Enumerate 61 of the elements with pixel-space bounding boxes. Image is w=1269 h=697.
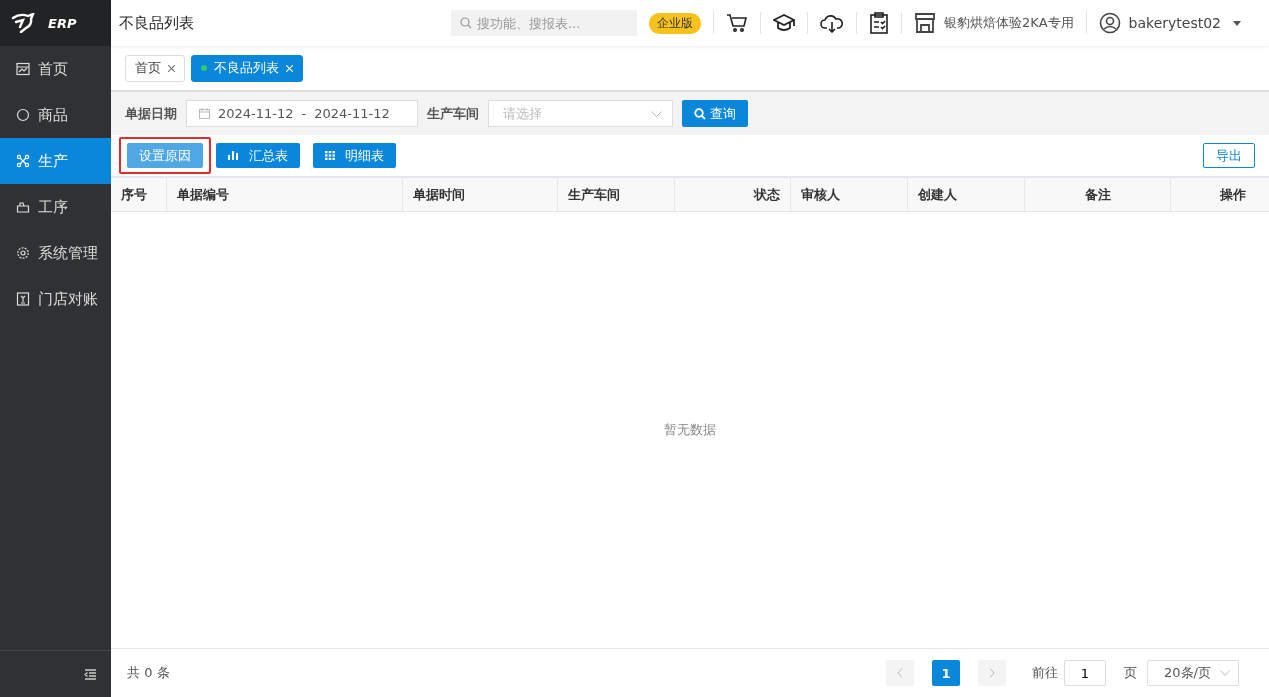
workshop-label: 生产车间 [427,104,479,123]
sidebar-item[interactable]: 门店对账 [0,276,111,322]
chevron-down-icon [1220,670,1230,676]
column-header: 单据时间 [403,178,558,211]
date-range-field[interactable]: 2024-11-12 - 2024-11-12 [186,100,418,127]
chevron-right-icon [989,668,995,678]
column-header: 操作 [1219,186,1247,204]
grid-icon [325,151,335,160]
column-header: 生产车间 [558,178,675,211]
chevron-down-icon [651,110,662,117]
cloud-download-icon[interactable] [820,13,845,33]
sidebar-item[interactable]: 系统管理 [0,230,111,276]
export-button[interactable]: 导出 [1203,143,1255,168]
page-title: 不良品列表 [119,13,194,33]
graduation-cap-icon[interactable] [773,13,796,33]
basket-icon [16,200,30,214]
column-header: 审核人 [791,178,908,211]
toolbar-button[interactable]: 汇总表 [216,143,300,168]
logo-text: ERP [48,15,77,31]
calendar-icon [199,108,210,119]
clipboard-icon[interactable] [869,12,890,34]
user-avatar-icon[interactable] [1098,12,1121,34]
sidebar-item[interactable]: 商品 [0,92,111,138]
network-icon [16,154,30,168]
goto-label: 前往 [1032,664,1058,682]
page-size-select[interactable]: 20条/页 [1147,660,1239,686]
empty-message: 暂无数据 [664,421,716,439]
sidebar-item[interactable]: 工序 [0,184,111,230]
toolbar-button[interactable]: 明细表 [313,143,396,168]
query-button[interactable]: 查询 [682,100,748,127]
user-name[interactable]: bakerytest02 [1128,15,1221,31]
column-header: 状态 [675,178,791,211]
bar-chart-icon [228,151,239,160]
circle-icon [16,108,30,122]
edition-badge: 企业版 [649,12,702,34]
settings-icon [16,246,30,260]
cart-icon[interactable] [726,13,749,33]
search-icon [694,107,706,120]
search-field[interactable]: 搜功能、搜报表... [451,10,638,36]
page-input[interactable]: 1 [1064,660,1106,686]
close-icon[interactable] [168,64,175,72]
document-icon [16,292,30,306]
column-header: 序号 [111,178,167,211]
sidebar-item[interactable]: 首页 [0,46,111,92]
page-unit-label: 页 [1124,664,1137,682]
column-header: 备注 [1025,178,1171,211]
chart-icon [16,62,30,76]
date-label: 单据日期 [125,104,177,123]
sidebar-item[interactable]: 生产 [0,138,111,184]
store-name[interactable]: 银豹烘焙体验2KA专用 [944,14,1074,32]
store-icon[interactable] [914,12,937,34]
chevron-left-icon [897,668,903,678]
page-number-button[interactable]: 1 [932,660,960,686]
page-tab[interactable]: 首页 [125,54,185,82]
logo-icon [10,13,36,33]
column-header: 单据编号 [167,178,403,211]
page-tab[interactable]: 不良品列表 [191,54,303,82]
total-count: 共 0 条 [127,664,170,682]
collapse-icon[interactable] [84,668,97,680]
caret-icon[interactable] [1233,20,1241,26]
column-header: 创建人 [908,178,1025,211]
